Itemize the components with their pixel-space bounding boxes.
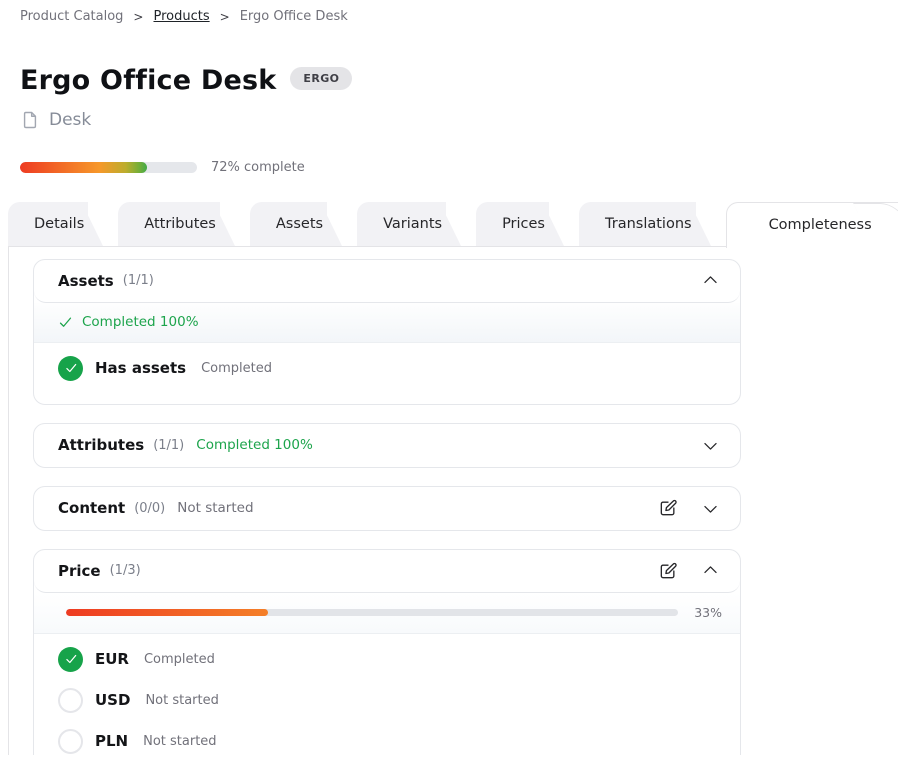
product-sku-badge: ERGO	[290, 67, 352, 90]
panel-assets-summary: Completed 100%	[34, 303, 740, 343]
overall-progress: 72% complete	[0, 130, 898, 175]
empty-circle-icon	[58, 729, 83, 754]
tab-translations[interactable]: Translations	[579, 202, 696, 246]
panel-price: Price (1/3)	[33, 549, 741, 755]
breadcrumb-separator: >	[133, 10, 143, 24]
panel-assets-body: Has assets Completed	[34, 343, 740, 404]
row-label: Has assets	[95, 359, 186, 377]
completeness-tab-content: Assets (1/1) Completed 100%	[8, 246, 898, 755]
panel-assets-count: (1/1)	[123, 273, 154, 288]
completeness-row-eur: EUR Completed	[34, 639, 740, 680]
tab-details-label: Details	[34, 216, 84, 232]
tab-prices-label: Prices	[502, 216, 545, 232]
panel-attributes: Attributes (1/1) Completed 100%	[33, 423, 741, 468]
panel-attributes-title: Attributes	[58, 436, 144, 454]
tab-bar: Details Attributes Assets Variants Price…	[8, 202, 898, 247]
panel-assets: Assets (1/1) Completed 100%	[33, 259, 741, 405]
tab-attributes[interactable]: Attributes	[118, 202, 220, 246]
row-status: Not started	[145, 693, 218, 708]
row-label: PLN	[95, 732, 128, 750]
breadcrumb-products[interactable]: Products	[153, 9, 209, 24]
completeness-row-usd: USD Not started	[34, 680, 740, 721]
tab-translations-label: Translations	[605, 216, 692, 232]
tab-prices[interactable]: Prices	[476, 202, 549, 246]
panel-content-header[interactable]: Content (0/0) Not started	[34, 487, 740, 530]
check-icon	[58, 315, 73, 330]
panel-price-edit-button[interactable]	[658, 561, 678, 581]
panel-content-edit-button[interactable]	[658, 498, 678, 518]
panel-content-status: Not started	[177, 500, 253, 516]
tab-attributes-label: Attributes	[144, 216, 216, 232]
family-row: Desk	[0, 96, 898, 130]
edit-icon	[658, 561, 678, 581]
overall-progress-fill	[20, 162, 147, 173]
price-progress-label: 33%	[694, 605, 722, 620]
row-label: USD	[95, 691, 130, 709]
tab-assets[interactable]: Assets	[250, 202, 327, 246]
panel-attributes-status: Completed 100%	[196, 437, 313, 453]
panel-attributes-header[interactable]: Attributes (1/1) Completed 100%	[34, 424, 740, 467]
panel-content-expand-button[interactable]	[701, 499, 720, 518]
panel-assets-summary-text: Completed 100%	[82, 314, 199, 330]
product-page: Product Catalog > Products > Ergo Office…	[0, 0, 898, 758]
price-progress-bar	[66, 609, 678, 616]
row-status: Not started	[143, 734, 216, 749]
panel-price-body: EUR Completed USD Not started PLN Not st…	[34, 634, 740, 755]
breadcrumb-current: Ergo Office Desk	[240, 9, 348, 24]
empty-circle-icon	[58, 688, 83, 713]
row-status: Completed	[201, 361, 272, 376]
panel-assets-title: Assets	[58, 272, 114, 290]
breadcrumb-separator: >	[220, 10, 230, 24]
panel-price-header[interactable]: Price (1/3)	[34, 550, 740, 593]
tab-completeness-label: Completeness	[769, 217, 872, 233]
chevron-up-icon	[701, 271, 720, 290]
panel-attributes-count: (1/1)	[153, 438, 184, 453]
panel-price-progress: 33%	[34, 593, 740, 634]
chevron-up-icon	[701, 561, 720, 580]
completeness-row-pln: PLN Not started	[34, 721, 740, 755]
file-icon	[20, 110, 40, 130]
tab-variants-label: Variants	[383, 216, 442, 232]
breadcrumb: Product Catalog > Products > Ergo Office…	[0, 0, 898, 24]
chevron-down-icon	[701, 499, 720, 518]
check-circle-icon	[58, 356, 83, 381]
breadcrumb-product-catalog[interactable]: Product Catalog	[20, 9, 123, 24]
overall-progress-label: 72% complete	[211, 160, 305, 175]
tab-details[interactable]: Details	[8, 202, 88, 246]
panel-price-count: (1/3)	[110, 563, 141, 578]
row-status: Completed	[144, 652, 215, 667]
tab-completeness[interactable]: Completeness	[726, 202, 898, 248]
check-circle-icon	[58, 647, 83, 672]
chevron-down-icon	[701, 436, 720, 455]
completeness-row-has-assets: Has assets Completed	[34, 348, 740, 389]
product-family-label: Desk	[49, 110, 91, 130]
tab-variants[interactable]: Variants	[357, 202, 446, 246]
header: Ergo Office Desk ERGO	[0, 24, 898, 96]
panel-content-title: Content	[58, 499, 125, 517]
edit-icon	[658, 498, 678, 518]
page-title: Ergo Office Desk	[20, 66, 276, 96]
tab-assets-label: Assets	[276, 216, 323, 232]
price-progress-fill	[66, 609, 268, 616]
panel-price-title: Price	[58, 562, 101, 580]
panel-assets-header[interactable]: Assets (1/1)	[34, 260, 740, 303]
panel-attributes-expand-button[interactable]	[701, 436, 720, 455]
row-label: EUR	[95, 650, 129, 668]
panel-content-count: (0/0)	[134, 501, 165, 516]
overall-progress-bar	[20, 162, 197, 173]
panel-assets-collapse-button[interactable]	[701, 271, 720, 290]
panel-price-collapse-button[interactable]	[701, 561, 720, 580]
panel-content: Content (0/0) Not started	[33, 486, 741, 531]
